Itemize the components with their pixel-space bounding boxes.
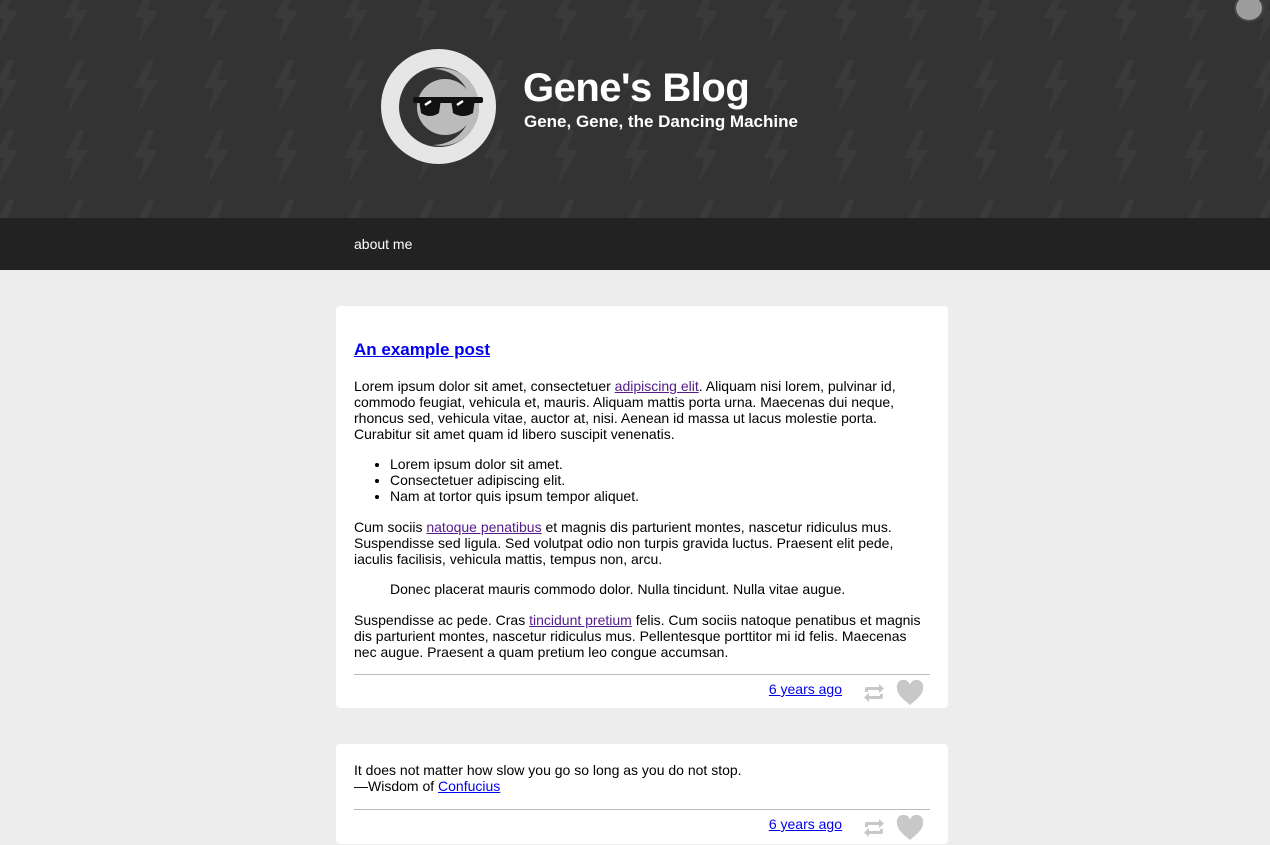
blog-header: Gene's Blog Gene, Gene, the Dancing Mach… <box>0 0 1270 218</box>
nav-about-me[interactable]: about me <box>354 236 412 252</box>
list-item: Nam at tortor quis ipsum tempor aliquet. <box>390 488 930 504</box>
quote-text: It does not matter how slow you go so lo… <box>354 762 742 778</box>
inline-link[interactable]: natoque penatibus <box>426 519 541 535</box>
list-item: Lorem ipsum dolor sit amet. <box>390 456 930 472</box>
quote-source-prefix: —Wisdom of <box>354 778 439 794</box>
post-card: An example post Lorem ipsum dolor sit am… <box>336 306 948 708</box>
inline-link[interactable]: tincidunt pretium <box>529 612 632 628</box>
heart-icon[interactable] <box>896 680 924 706</box>
blog-title[interactable]: Gene's Blog <box>523 66 750 111</box>
post-title-link[interactable]: An example post <box>354 340 490 359</box>
quote-post-card: It does not matter how slow you go so lo… <box>336 744 948 844</box>
paragraph-text: Cum sociis <box>354 519 427 535</box>
list-item: Consectetuer adipiscing elit. <box>390 472 930 488</box>
quote-source-link[interactable]: Confucius <box>438 778 500 794</box>
heart-icon[interactable] <box>896 815 924 841</box>
post-list: Lorem ipsum dolor sit amet. Consectetuer… <box>354 456 930 504</box>
post-paragraph: Suspendisse ac pede. Cras tincidunt pret… <box>354 612 930 660</box>
post-blockquote: Donec placerat mauris commodo dolor. Nul… <box>390 581 846 597</box>
reblog-icon[interactable] <box>862 818 886 838</box>
post-footer: 6 years ago <box>354 674 930 710</box>
post-paragraph: Lorem ipsum dolor sit amet, consectetuer… <box>354 378 930 442</box>
paragraph-text: Suspendisse ac pede. Cras <box>354 612 530 628</box>
post-footer: 6 years ago <box>354 809 930 845</box>
post-timestamp-link[interactable]: 6 years ago <box>769 816 842 832</box>
post-timestamp-link[interactable]: 6 years ago <box>769 681 842 697</box>
post-paragraph: Cum sociis natoque penatibus et magnis d… <box>354 519 930 567</box>
inline-link[interactable]: adipiscing elit <box>615 378 699 394</box>
quote-source: —Wisdom of Confucius <box>354 778 930 794</box>
post-title: An example post <box>354 340 490 359</box>
sunglasses-avatar-icon <box>398 66 483 147</box>
paragraph-text: Lorem ipsum dolor sit amet, consectetuer <box>354 378 615 394</box>
blog-subtitle: Gene, Gene, the Dancing Machine <box>524 112 798 131</box>
avatar[interactable] <box>381 49 496 164</box>
reblog-icon[interactable] <box>862 683 886 703</box>
quote-block: It does not matter how slow you go so lo… <box>354 762 930 794</box>
navigation-bar: about me <box>0 218 1270 270</box>
